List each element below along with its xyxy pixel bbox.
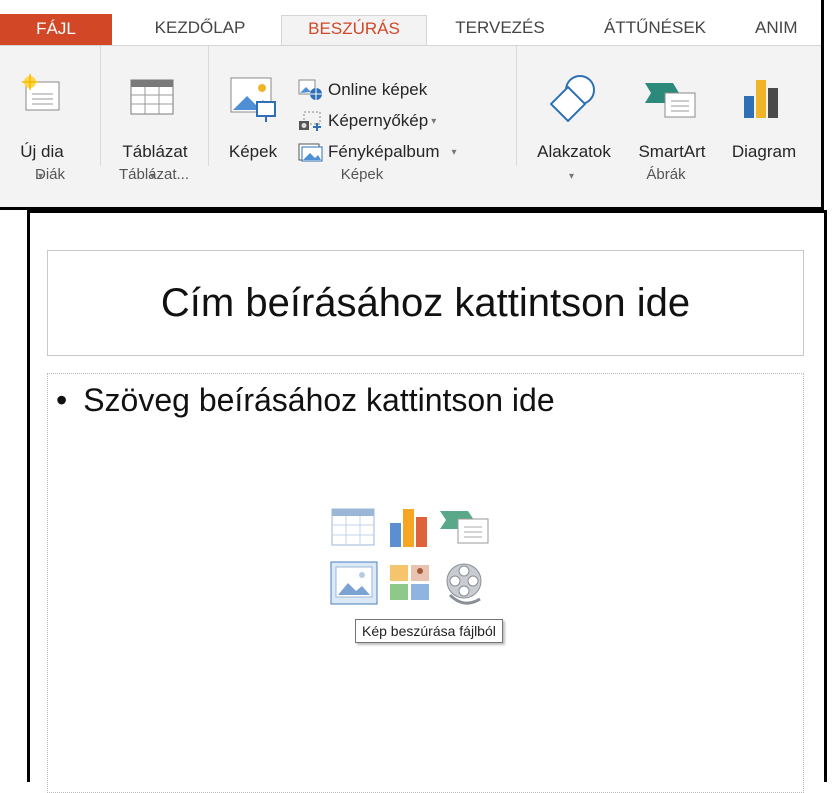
new-slide-icon (22, 74, 60, 111)
photo-album-dropdown-icon[interactable]: ▾ (452, 147, 457, 158)
online-pictures-label: Online képek (328, 80, 428, 99)
group-label-images: Képek (340, 166, 384, 183)
insert-picture-icon[interactable] (330, 561, 378, 605)
group-label-tables: Táblázat... (118, 166, 190, 183)
content-placeholder[interactable]: • Szöveg beírásához kattintson ide Kép b… (47, 373, 804, 793)
ribbon-tab-bar: FÁJL KEZDŐLAP BESZÚRÁS TERVEZÉS ÁTTŰNÉSE… (0, 0, 821, 45)
tab-insert[interactable]: BESZÚRÁS (281, 15, 427, 45)
screenshot-icon (299, 111, 321, 131)
body-placeholder-label: Szöveg beírásához kattintson ide (83, 382, 555, 418)
photo-album-button[interactable]: Fényképalbum ▾ (298, 139, 457, 165)
insert-chart-icon[interactable] (388, 507, 432, 549)
pictures-label: Képek (228, 142, 278, 161)
ribbon-panel: Új dia ▾ Táblázat ▾ Képek Online képek K… (0, 45, 821, 207)
screenshot-button[interactable]: Képernyőkép ▾ (298, 108, 436, 134)
online-pictures-button[interactable]: Online képek (298, 77, 427, 103)
content-insert-icons (330, 507, 500, 617)
tab-animations[interactable]: ANIM (755, 15, 821, 45)
title-placeholder-text: Cím beírásához kattintson ide (160, 280, 691, 325)
tab-home[interactable]: KEZDŐLAP (135, 15, 265, 45)
insert-online-pictures-icon[interactable] (388, 563, 432, 605)
ribbon: FÁJL KEZDŐLAP BESZÚRÁS TERVEZÉS ÁTTŰNÉSE… (0, 0, 824, 210)
group-label-slides: Diák (34, 166, 65, 183)
title-placeholder[interactable]: Cím beírásához kattintson ide (47, 250, 804, 356)
table-icon (130, 79, 174, 115)
new-slide-label: Új dia (20, 142, 64, 161)
insert-table-icon[interactable] (330, 507, 378, 549)
group-label-illustrations: Ábrák (646, 166, 686, 183)
group-separator (208, 46, 209, 166)
bullet-point: • (56, 382, 68, 418)
smartart-icon (645, 83, 696, 118)
shapes-icon (549, 75, 595, 122)
slide-canvas: Cím beírásához kattintson ide • Szöveg be… (27, 210, 827, 793)
group-separator (100, 46, 101, 166)
tab-design[interactable]: TERVEZÉS (440, 15, 560, 45)
tab-transitions[interactable]: ÁTTŰNÉSEK (580, 15, 730, 45)
group-separator (516, 46, 517, 166)
table-label: Táblázat (122, 142, 188, 161)
smartart-label: SmartArt (638, 142, 706, 161)
chart-icon (744, 80, 778, 118)
photo-album-icon (298, 143, 323, 162)
online-pictures-icon (298, 79, 322, 100)
screenshot-label: Képernyőkép (328, 111, 429, 130)
chart-label: Diagram (731, 142, 797, 161)
screenshot-dropdown-icon[interactable]: ▾ (431, 116, 436, 127)
insert-video-icon[interactable] (440, 561, 488, 607)
tab-file[interactable]: FÁJL (0, 14, 112, 45)
photo-album-label: Fényképalbum (328, 142, 440, 161)
insert-smartart-icon[interactable] (438, 507, 494, 549)
pictures-icon (230, 77, 276, 122)
tooltip: Kép beszúrása fájlból (355, 619, 503, 643)
shapes-label: Alakzatok (537, 142, 611, 161)
body-placeholder-text: • Szöveg beírásához kattintson ide (56, 382, 555, 419)
